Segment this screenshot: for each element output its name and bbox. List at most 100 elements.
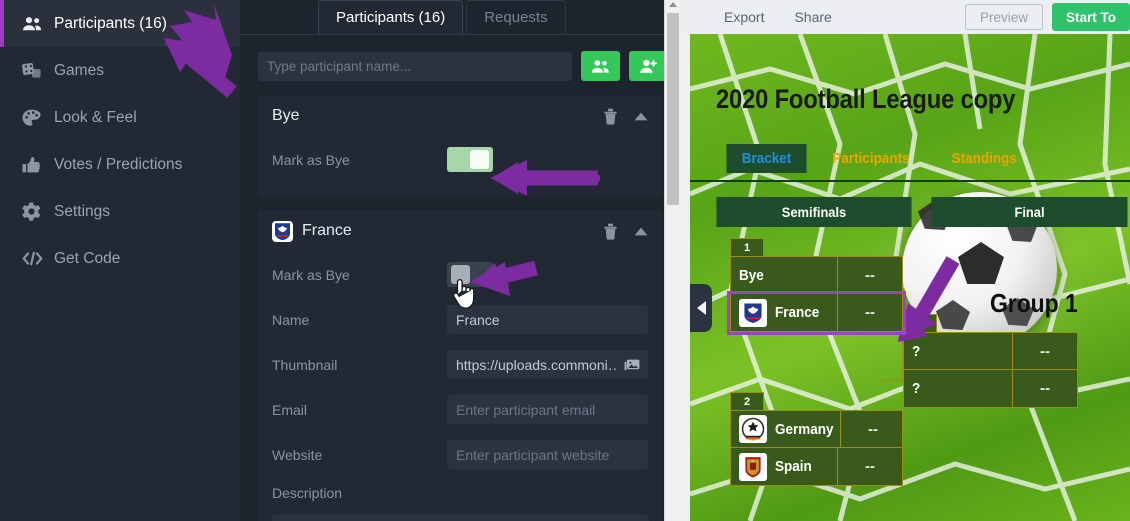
sidebar-item-look-and-feel[interactable]: Look & Feel xyxy=(0,94,240,141)
bracket-match-1: 1 Bye -- France -- xyxy=(727,238,906,335)
add-multiple-participants-button[interactable] xyxy=(581,51,620,81)
sidebar-item-get-code[interactable]: Get Code xyxy=(0,235,240,282)
participant-name: France xyxy=(731,294,837,331)
tab-participants[interactable]: Participants (16) xyxy=(318,0,464,34)
group-label: Group 1 xyxy=(990,288,1078,318)
round-header-final: Final xyxy=(931,197,1128,227)
center-scrollbar[interactable] xyxy=(664,0,680,521)
match-number: 1 xyxy=(730,238,764,256)
add-participant-button[interactable] xyxy=(629,51,668,81)
name-input[interactable] xyxy=(447,305,648,334)
bracket-row-france[interactable]: France -- xyxy=(727,291,906,335)
preview-topbar: Export Share Preview Start To xyxy=(680,0,1130,34)
collapse-preview-handle[interactable] xyxy=(690,284,712,332)
email-row: Email xyxy=(272,387,648,432)
sidebar-item-votes-predictions[interactable]: Votes / Predictions xyxy=(0,141,240,188)
participant-card-france: France Mark as Bye Name France Thumbnail… xyxy=(258,210,662,521)
code-icon xyxy=(22,251,48,266)
scroll-up-arrow-icon[interactable] xyxy=(669,2,677,7)
card-header[interactable]: Bye xyxy=(272,95,648,137)
sidebar-item-label: Votes / Predictions xyxy=(54,155,183,173)
france-logo-icon xyxy=(272,220,293,242)
description-textarea[interactable] xyxy=(271,515,649,521)
bye-mark-as-bye-toggle[interactable] xyxy=(447,147,493,172)
sidebar-item-settings[interactable]: Settings xyxy=(0,188,240,235)
chevron-left-icon xyxy=(696,301,706,315)
participant-name: Bye xyxy=(739,266,764,284)
thumbnail-row: Thumbnail xyxy=(272,342,648,387)
email-label: Email xyxy=(272,401,308,418)
users-group-icon xyxy=(591,59,609,73)
export-button[interactable]: Export xyxy=(724,9,764,25)
sidebar-item-label: Settings xyxy=(54,202,111,220)
match-number: 2 xyxy=(730,392,764,410)
participant-name: ? xyxy=(912,342,921,360)
thumbnail-input[interactable] xyxy=(447,350,648,379)
collapse-chevron-icon[interactable] xyxy=(634,227,648,236)
tab-divider xyxy=(690,180,1130,182)
app-root: Participants (16) Games Look & Feel Vote… xyxy=(0,0,1130,521)
participant-score: -- xyxy=(1012,333,1077,369)
tab-label: Requests xyxy=(484,9,548,26)
collapse-chevron-icon[interactable] xyxy=(634,112,648,121)
participant-name: ? xyxy=(912,380,921,397)
website-row: Website xyxy=(272,432,648,477)
users-icon xyxy=(22,16,48,32)
dice-icon xyxy=(22,62,48,79)
spain-flag-icon xyxy=(739,452,767,481)
start-tournament-button[interactable]: Start To xyxy=(1052,3,1130,31)
tab-requests[interactable]: Requests xyxy=(466,0,566,34)
round-header-semifinals: Semifinals xyxy=(716,197,912,227)
card-header[interactable]: France xyxy=(272,210,648,252)
preview-tabs: Bracket Participants Standings xyxy=(722,144,1037,173)
preview-tab-participants[interactable]: Participants xyxy=(817,144,925,173)
scrollbar-thumb[interactable] xyxy=(667,13,679,205)
preview-tab-bracket[interactable]: Bracket xyxy=(726,144,807,173)
email-input[interactable] xyxy=(447,395,648,424)
participant-name-heading: France xyxy=(302,222,352,239)
participant-name-heading: Bye xyxy=(272,107,300,124)
bracket-row-spain[interactable]: Spain -- xyxy=(730,448,903,486)
bracket-row-bye[interactable]: Bye -- xyxy=(730,256,903,294)
tab-label: Participants (16) xyxy=(336,9,446,26)
sidebar-item-label: Participants (16) xyxy=(54,14,167,32)
sidebar-item-participants[interactable]: Participants (16) xyxy=(0,0,240,47)
france-mark-as-bye-toggle[interactable] xyxy=(447,262,493,287)
name-label: Name xyxy=(272,311,310,328)
search-input[interactable] xyxy=(258,51,572,81)
participant-name: Spain xyxy=(731,448,837,485)
bracket-match-2: 2 Germany -- Spain -- xyxy=(730,392,903,486)
preview-button[interactable]: Preview xyxy=(964,4,1043,30)
preview-tab-standings[interactable]: Standings xyxy=(936,144,1032,173)
mark-as-bye-label: Mark as Bye xyxy=(272,151,350,168)
sidebar-item-label: Games xyxy=(54,61,104,79)
sidebar-item-label: Look & Feel xyxy=(54,108,137,126)
preview-panel: Export Share Preview Start To 2020 Footb… xyxy=(680,0,1130,521)
description-label: Description xyxy=(272,485,343,501)
bracket-row-germany[interactable]: Germany -- xyxy=(730,410,903,448)
germany-flag-icon xyxy=(739,415,767,443)
participant-score: -- xyxy=(1012,370,1077,407)
mark-as-bye-label: Mark as Bye xyxy=(272,266,350,283)
sidebar-item-games[interactable]: Games xyxy=(0,47,240,94)
bracket-stage: 2020 Football League copy Bracket Partic… xyxy=(690,34,1130,521)
round-headers: Semifinals Final xyxy=(708,197,1128,227)
participant-score: -- xyxy=(837,257,902,293)
search-row xyxy=(240,35,680,81)
delete-icon[interactable] xyxy=(603,108,618,125)
share-button[interactable]: Share xyxy=(794,9,831,25)
participant-score: -- xyxy=(837,294,902,331)
website-input[interactable] xyxy=(447,440,648,469)
bracket-row-tbd-2[interactable]: ? -- xyxy=(903,370,1078,408)
toggle-knob xyxy=(451,265,470,284)
participant-score: -- xyxy=(840,411,905,447)
website-label: Website xyxy=(272,446,323,463)
description-row: Description xyxy=(272,477,648,515)
mark-as-bye-row: Mark as Bye xyxy=(272,137,648,182)
tournament-title: 2020 Football League copy xyxy=(716,84,1016,114)
bracket-match-3: 3 ? -- ? -- xyxy=(903,314,1078,408)
delete-icon[interactable] xyxy=(603,223,618,240)
sidebar-item-label: Get Code xyxy=(54,249,121,267)
bracket-row-tbd-1[interactable]: ? -- xyxy=(903,332,1078,370)
mark-as-bye-row: Mark as Bye xyxy=(272,252,648,297)
